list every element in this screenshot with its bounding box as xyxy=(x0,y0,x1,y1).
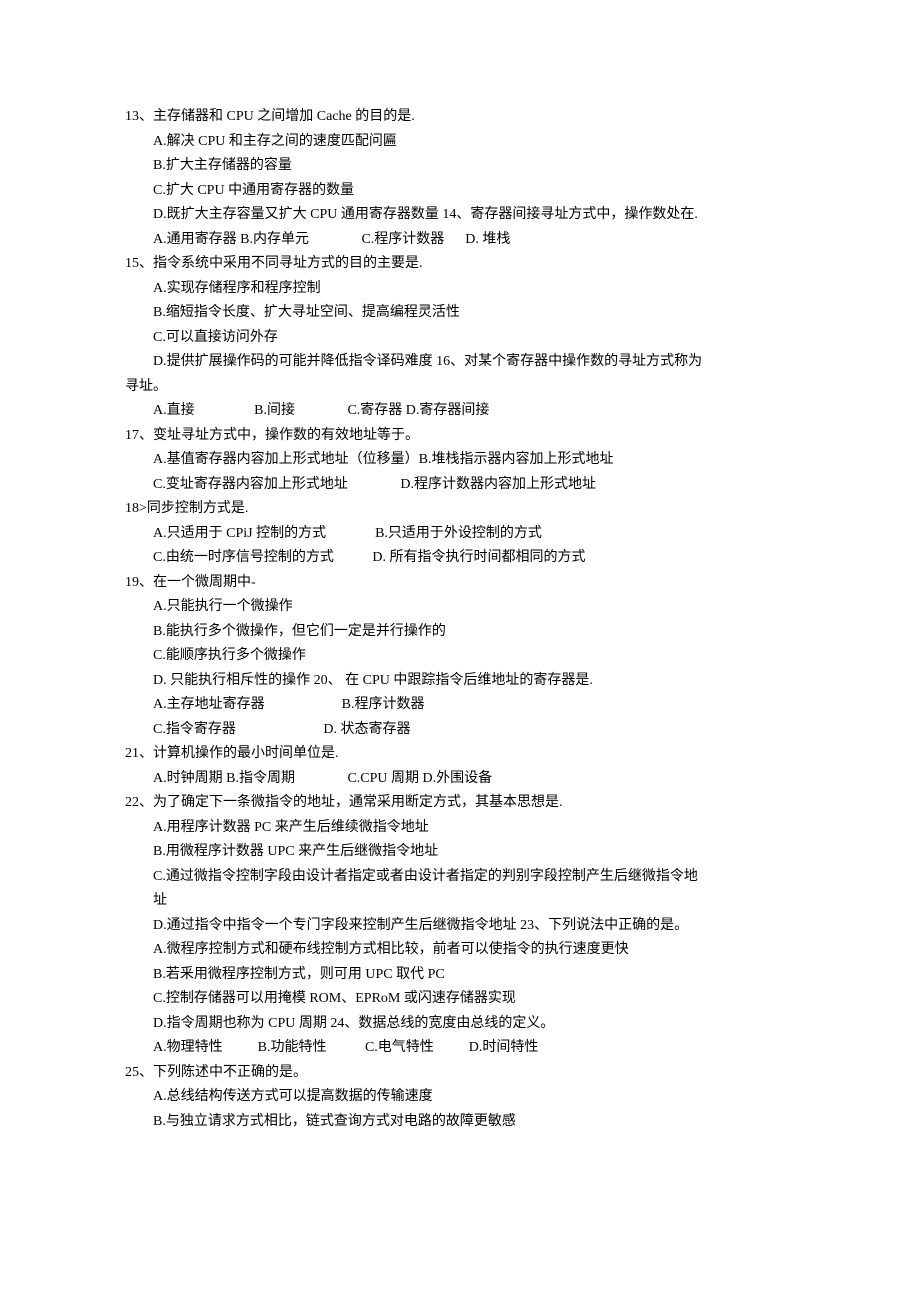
option-line: D.提供扩展操作码的可能并降低指令译码难度 16、对某个寄存器中操作数的寻址方式… xyxy=(125,350,795,375)
option-line: A.时钟周期 B.指令周期 C.CPU 周期 D.外围设备 xyxy=(125,767,795,792)
question-stem: 13、主存储器和 CPU 之间增加 Cache 的目的是. xyxy=(125,105,795,130)
option-line: A.主存地址寄存器 B.程序计数器 xyxy=(125,693,795,718)
option-line: C.通过微指令控制字段由设计者指定或者由设计者指定的判别字段控制产生后继微指令地 xyxy=(125,865,795,890)
option-line: D. 只能执行相斥性的操作 20、 在 CPU 中跟踪指令后维地址的寄存器是. xyxy=(125,669,795,694)
question-block: 25、下列陈述中不正确的是。A.总线结构传送方式可以提高数据的传输速度B.与独立… xyxy=(125,1061,795,1135)
option-line: A.用程序计数器 PC 来产生后维续微指令地址 xyxy=(125,816,795,841)
option-line: C.可以直接访问外存 xyxy=(125,326,795,351)
option-line: D.既扩大主存容量又扩大 CPU 通用寄存器数量 14、寄存器间接寻址方式中，操… xyxy=(125,203,795,228)
question-block: 13、主存储器和 CPU 之间增加 Cache 的目的是.A.解决 CPU 和主… xyxy=(125,105,795,252)
option-line: C.扩大 CPU 中通用寄存器的数量 xyxy=(125,179,795,204)
option-line: A.只适用于 CPiJ 控制的方式 B.只适用于外设控制的方式 xyxy=(125,522,795,547)
option-line: B.缩短指令长度、扩大寻址空间、提高编程灵活性 xyxy=(125,301,795,326)
question-block: 寻址。A.直接 B.间接 C.寄存器 D.寄存器间接 xyxy=(125,375,795,424)
option-line: B.扩大主存储器的容量 xyxy=(125,154,795,179)
question-stem: 18>同步控制方式是. xyxy=(125,497,795,522)
question-block: 21、计算机操作的最小时间单位是.A.时钟周期 B.指令周期 C.CPU 周期 … xyxy=(125,742,795,791)
question-block: 18>同步控制方式是.A.只适用于 CPiJ 控制的方式 B.只适用于外设控制的… xyxy=(125,497,795,571)
question-stem: 17、变址寻址方式中，操作数的有效地址等于。 xyxy=(125,424,795,449)
option-line: D.指令周期也称为 CPU 周期 24、数据总线的宽度由总线的定义。 xyxy=(125,1012,795,1037)
question-block: 22、为了确定下一条微指令的地址，通常采用断定方式，其基本思想是.A.用程序计数… xyxy=(125,791,795,1061)
question-stem: 19、在一个微周期中- xyxy=(125,571,795,596)
option-line: B.若釆用微程序控制方式，则可用 UPC 取代 PC xyxy=(125,963,795,988)
question-stem: 15、指令系统中采用不同寻址方式的目的主要是. xyxy=(125,252,795,277)
option-line: D.通过指令中指令一个专门字段来控制产生后继微指令地址 23、下列说法中正确的是… xyxy=(125,914,795,939)
option-line: C.由统一时序信号控制的方式 D. 所有指令执行时间都相同的方式 xyxy=(125,546,795,571)
option-line: A.微程序控制方式和硬布线控制方式相比较，前者可以使指令的执行速度更快 xyxy=(125,938,795,963)
question-stem: 21、计算机操作的最小时间单位是. xyxy=(125,742,795,767)
option-line: A.总线结构传送方式可以提高数据的传输速度 xyxy=(125,1085,795,1110)
option-line: A.通用寄存器 B.内存单元 C.程序计数器 D. 堆栈 xyxy=(125,228,795,253)
option-line: A.直接 B.间接 C.寄存器 D.寄存器间接 xyxy=(125,399,795,424)
option-line: C.指令寄存器 D. 状态寄存器 xyxy=(125,718,795,743)
option-line: B.能执行多个微操作，但它们一定是并行操作的 xyxy=(125,620,795,645)
option-line: A.物理特性 B.功能特性 C.电气特性 D.时间特性 xyxy=(125,1036,795,1061)
option-line: A.基值寄存器内容加上形式地址（位移量）B.堆栈指示器内容加上形式地址 xyxy=(125,448,795,473)
option-line: C.变址寄存器内容加上形式地址 D.程序计数器内容加上形式地址 xyxy=(125,473,795,498)
option-line: C.能顺序执行多个微操作 xyxy=(125,644,795,669)
option-line: 址 xyxy=(125,889,795,914)
question-block: 15、指令系统中采用不同寻址方式的目的主要是.A.实现存储程序和程序控制B.缩短… xyxy=(125,252,795,375)
question-stem: 22、为了确定下一条微指令的地址，通常采用断定方式，其基本思想是. xyxy=(125,791,795,816)
option-line: A.只能执行一个微操作 xyxy=(125,595,795,620)
question-tail: 寻址。 xyxy=(125,375,795,400)
option-line: A.实现存储程序和程序控制 xyxy=(125,277,795,302)
question-stem: 25、下列陈述中不正确的是。 xyxy=(125,1061,795,1086)
option-line: C.控制存储器可以用掩模 ROM、EPRoM 或闪速存储器实现 xyxy=(125,987,795,1012)
question-block: 19、在一个微周期中-A.只能执行一个微操作B.能执行多个微操作，但它们一定是并… xyxy=(125,571,795,743)
exam-page: 13、主存储器和 CPU 之间增加 Cache 的目的是.A.解决 CPU 和主… xyxy=(125,105,795,1134)
option-line: B.与独立请求方式相比，链式查询方式对电路的故障更敏感 xyxy=(125,1110,795,1135)
option-line: B.用微程序计数器 UPC 来产生后继微指令地址 xyxy=(125,840,795,865)
question-block: 17、变址寻址方式中，操作数的有效地址等于。A.基值寄存器内容加上形式地址（位移… xyxy=(125,424,795,498)
option-line: A.解决 CPU 和主存之间的速度匹配问匾 xyxy=(125,130,795,155)
